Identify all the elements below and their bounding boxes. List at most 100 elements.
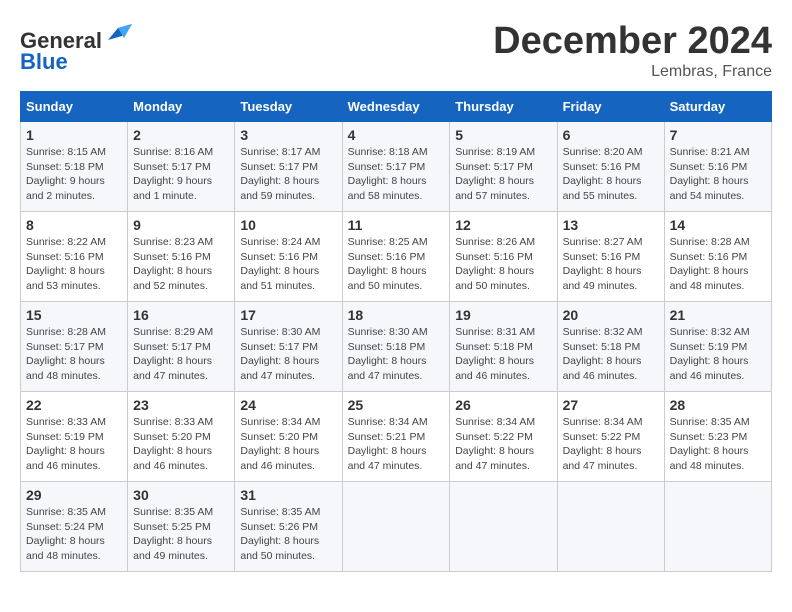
empty-cell [664, 482, 771, 572]
day-cell-7: 7Sunrise: 8:21 AMSunset: 5:16 PMDaylight… [664, 122, 771, 212]
day-info: Sunrise: 8:35 AMSunset: 5:24 PMDaylight:… [26, 505, 122, 564]
day-number: 21 [670, 307, 766, 323]
day-cell-27: 27Sunrise: 8:34 AMSunset: 5:22 PMDayligh… [557, 392, 664, 482]
header-thursday: Thursday [450, 92, 557, 122]
day-info: Sunrise: 8:23 AMSunset: 5:16 PMDaylight:… [133, 235, 229, 294]
day-cell-21: 21Sunrise: 8:32 AMSunset: 5:19 PMDayligh… [664, 302, 771, 392]
day-number: 30 [133, 487, 229, 503]
calendar-week-3: 15Sunrise: 8:28 AMSunset: 5:17 PMDayligh… [21, 302, 772, 392]
day-number: 9 [133, 217, 229, 233]
day-info: Sunrise: 8:34 AMSunset: 5:22 PMDaylight:… [455, 415, 551, 474]
header-sunday: Sunday [21, 92, 128, 122]
calendar-week-5: 29 Sunrise: 8:35 AMSunset: 5:24 PMDayligh… [21, 482, 772, 572]
day-number: 17 [240, 307, 336, 323]
day-cell-12: 12 Sunrise: 8:26 AMSunset: 5:16 PMDayligh… [450, 212, 557, 302]
header-friday: Friday [557, 92, 664, 122]
day-cell-9: 9 Sunrise: 8:23 AMSunset: 5:16 PMDaylight… [128, 212, 235, 302]
day-info: Sunrise: 8:21 AMSunset: 5:16 PMDaylight:… [670, 145, 766, 204]
day-cell-16: 16 Sunrise: 8:29 AMSunset: 5:17 PMDayligh… [128, 302, 235, 392]
day-info: Sunrise: 8:30 AMSunset: 5:17 PMDaylight:… [240, 325, 336, 384]
day-cell-15: 15Sunrise: 8:28 AMSunset: 5:17 PMDayligh… [21, 302, 128, 392]
day-number: 20 [563, 307, 659, 323]
day-info: Sunrise: 8:34 AMSunset: 5:20 PMDaylight:… [240, 415, 336, 474]
day-info: Sunrise: 8:31 AMSunset: 5:18 PMDaylight:… [455, 325, 551, 384]
empty-cell [450, 482, 557, 572]
day-info: Sunrise: 8:19 AMSunset: 5:17 PMDaylight:… [455, 145, 551, 204]
day-number: 6 [563, 127, 659, 143]
month-title: December 2024 [493, 20, 772, 63]
day-number: 3 [240, 127, 336, 143]
day-number: 19 [455, 307, 551, 323]
day-number: 10 [240, 217, 336, 233]
day-info: Sunrise: 8:17 AMSunset: 5:17 PMDaylight:… [240, 145, 336, 204]
day-cell-23: 23Sunrise: 8:33 AMSunset: 5:20 PMDayligh… [128, 392, 235, 482]
day-number: 24 [240, 397, 336, 413]
day-cell-3: 3 Sunrise: 8:17 AMSunset: 5:17 PMDaylight… [235, 122, 342, 212]
day-number: 26 [455, 397, 551, 413]
day-number: 22 [26, 397, 122, 413]
day-cell-10: 10Sunrise: 8:24 AMSunset: 5:16 PMDayligh… [235, 212, 342, 302]
day-info: Sunrise: 8:26 AMSunset: 5:16 PMDaylight:… [455, 235, 551, 294]
day-number: 12 [455, 217, 551, 233]
day-number: 28 [670, 397, 766, 413]
day-number: 13 [563, 217, 659, 233]
day-info: Sunrise: 8:16 AMSunset: 5:17 PMDaylight:… [133, 145, 229, 204]
header-tuesday: Tuesday [235, 92, 342, 122]
empty-cell [342, 482, 450, 572]
day-number: 11 [348, 217, 445, 233]
day-cell-2: 2 Sunrise: 8:16 AMSunset: 5:17 PMDaylight… [128, 122, 235, 212]
day-info: Sunrise: 8:27 AMSunset: 5:16 PMDaylight:… [563, 235, 659, 294]
day-number: 31 [240, 487, 336, 503]
day-cell-18: 18 Sunrise: 8:30 AMSunset: 5:18 PMDayligh… [342, 302, 450, 392]
header-monday: Monday [128, 92, 235, 122]
day-number: 2 [133, 127, 229, 143]
header-saturday: Saturday [664, 92, 771, 122]
day-cell-17: 17 Sunrise: 8:30 AMSunset: 5:17 PMDayligh… [235, 302, 342, 392]
day-cell-6: 6 Sunrise: 8:20 AMSunset: 5:16 PMDaylight… [557, 122, 664, 212]
day-number: 29 [26, 487, 122, 503]
day-cell-14: 14 Sunrise: 8:28 AMSunset: 5:16 PMDayligh… [664, 212, 771, 302]
day-number: 14 [670, 217, 766, 233]
day-info: Sunrise: 8:35 AMSunset: 5:25 PMDaylight:… [133, 505, 229, 564]
calendar: SundayMondayTuesdayWednesdayThursdayFrid… [20, 91, 772, 572]
day-number: 15 [26, 307, 122, 323]
day-cell-19: 19 Sunrise: 8:31 AMSunset: 5:18 PMDayligh… [450, 302, 557, 392]
calendar-week-4: 22 Sunrise: 8:33 AMSunset: 5:19 PMDayligh… [21, 392, 772, 482]
day-info: Sunrise: 8:20 AMSunset: 5:16 PMDaylight:… [563, 145, 659, 204]
day-number: 27 [563, 397, 659, 413]
day-cell-24: 24 Sunrise: 8:34 AMSunset: 5:20 PMDayligh… [235, 392, 342, 482]
day-cell-30: 30 Sunrise: 8:35 AMSunset: 5:25 PMDayligh… [128, 482, 235, 572]
logo-bird-icon [104, 20, 132, 48]
day-cell-31: 31Sunrise: 8:35 AMSunset: 5:26 PMDayligh… [235, 482, 342, 572]
day-number: 8 [26, 217, 122, 233]
day-cell-8: 8 Sunrise: 8:22 AMSunset: 5:16 PMDaylight… [21, 212, 128, 302]
day-info: Sunrise: 8:15 AMSunset: 5:18 PMDaylight:… [26, 145, 122, 204]
page-header: General Blue December 2024 Lembras, Fran… [20, 20, 772, 81]
day-info: Sunrise: 8:33 AMSunset: 5:19 PMDaylight:… [26, 415, 122, 474]
day-info: Sunrise: 8:22 AMSunset: 5:16 PMDaylight:… [26, 235, 122, 294]
day-cell-29: 29 Sunrise: 8:35 AMSunset: 5:24 PMDayligh… [21, 482, 128, 572]
day-number: 23 [133, 397, 229, 413]
day-cell-22: 22 Sunrise: 8:33 AMSunset: 5:19 PMDayligh… [21, 392, 128, 482]
day-number: 18 [348, 307, 445, 323]
empty-cell [557, 482, 664, 572]
day-info: Sunrise: 8:28 AMSunset: 5:16 PMDaylight:… [670, 235, 766, 294]
header-wednesday: Wednesday [342, 92, 450, 122]
day-cell-11: 11 Sunrise: 8:25 AMSunset: 5:16 PMDayligh… [342, 212, 450, 302]
location: Lembras, France [493, 63, 772, 81]
day-number: 5 [455, 127, 551, 143]
day-cell-26: 26 Sunrise: 8:34 AMSunset: 5:22 PMDayligh… [450, 392, 557, 482]
day-cell-5: 5 Sunrise: 8:19 AMSunset: 5:17 PMDaylight… [450, 122, 557, 212]
day-info: Sunrise: 8:29 AMSunset: 5:17 PMDaylight:… [133, 325, 229, 384]
day-info: Sunrise: 8:30 AMSunset: 5:18 PMDaylight:… [348, 325, 445, 384]
day-info: Sunrise: 8:35 AMSunset: 5:23 PMDaylight:… [670, 415, 766, 474]
title-area: December 2024 Lembras, France [493, 20, 772, 81]
logo: General Blue [20, 20, 132, 75]
day-info: Sunrise: 8:25 AMSunset: 5:16 PMDaylight:… [348, 235, 445, 294]
day-cell-28: 28 Sunrise: 8:35 AMSunset: 5:23 PMDayligh… [664, 392, 771, 482]
day-cell-20: 20Sunrise: 8:32 AMSunset: 5:18 PMDayligh… [557, 302, 664, 392]
day-cell-25: 25Sunrise: 8:34 AMSunset: 5:21 PMDayligh… [342, 392, 450, 482]
day-number: 16 [133, 307, 229, 323]
day-number: 1 [26, 127, 122, 143]
calendar-header-row: SundayMondayTuesdayWednesdayThursdayFrid… [21, 92, 772, 122]
